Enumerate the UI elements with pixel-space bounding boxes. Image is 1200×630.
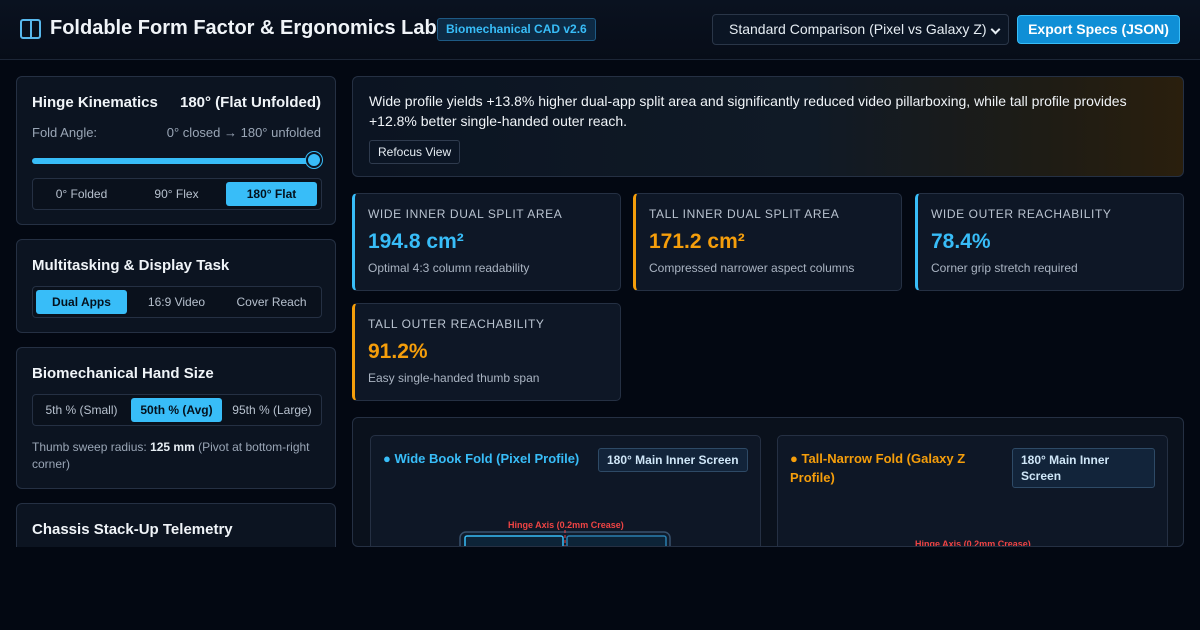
thumb-sweep-info: Thumb sweep radius: 125 mm (Pivot at bot…	[32, 439, 324, 473]
metric-card: WIDE OUTER REACHABILITY 78.4% Corner gri…	[915, 193, 1184, 291]
preview-title: ● Tall-Narrow Fold (Galaxy Z Profile)	[790, 451, 966, 485]
preview-title: ● Wide Book Fold (Pixel Profile)	[383, 451, 580, 466]
hand-option-large[interactable]: 95th % (Large)	[226, 398, 318, 422]
metric-card: TALL INNER DUAL SPLIT AREA 171.2 cm² Com…	[633, 193, 902, 291]
task-option-cover-reach[interactable]: Cover Reach	[226, 290, 317, 314]
export-specs-button[interactable]: Export Specs (JSON)	[1017, 15, 1180, 44]
hinge-axis-label: Hinge Axis (0.2mm Crease)	[508, 520, 624, 530]
tall-profile-preview: ● Tall-Narrow Fold (Galaxy Z Profile) 18…	[777, 435, 1168, 547]
metric-label: WIDE OUTER REACHABILITY	[931, 207, 1112, 221]
metric-subtext: Corner grip stretch required	[931, 261, 1078, 275]
fold-option-folded[interactable]: 0° Folded	[36, 182, 127, 206]
chassis-telemetry-panel: Chassis Stack-Up Telemetry	[16, 503, 336, 547]
chevron-down-icon	[990, 24, 1001, 35]
metric-subtext: Easy single-handed thumb span	[368, 371, 540, 385]
panel-title: Biomechanical Hand Size	[32, 365, 214, 382]
comparison-preset-select[interactable]: Standard Comparison (Pixel vs Galaxy Z)	[712, 14, 1009, 45]
panel-title: Chassis Stack-Up Telemetry	[32, 521, 233, 538]
refocus-view-button[interactable]: Refocus View	[369, 140, 461, 164]
wide-profile-preview: ● Wide Book Fold (Pixel Profile) 180° Ma…	[370, 435, 761, 546]
panel-title: Multitasking & Display Task	[32, 257, 230, 274]
foldable-phone-icon	[20, 19, 41, 39]
hand-size-group: 5th % (Small) 50th % (Avg) 95th % (Large…	[32, 394, 322, 426]
hinge-kinematics-panel: Hinge Kinematics 180° (Flat Unfolded) Fo…	[16, 76, 336, 225]
hand-size-panel: Biomechanical Hand Size 5th % (Small) 50…	[16, 347, 336, 489]
insight-text: Wide profile yields +13.8% higher dual-a…	[369, 93, 1127, 129]
fold-option-flat[interactable]: 180° Flat	[226, 182, 317, 206]
metric-value: 194.8 cm²	[368, 230, 464, 253]
preset-selected-value: Standard Comparison (Pixel vs Galaxy Z)	[729, 21, 987, 37]
metric-value: 78.4%	[931, 230, 991, 253]
fold-angle-slider-handle[interactable]	[306, 152, 322, 168]
thumb-sweep-value: 125 mm	[150, 440, 195, 454]
fold-option-flex[interactable]: 90° Flex	[131, 182, 222, 206]
multitasking-panel: Multitasking & Display Task Dual Apps 16…	[16, 239, 336, 333]
metric-subtext: Compressed narrower aspect columns	[649, 261, 855, 275]
metric-label: WIDE INNER DUAL SPLIT AREA	[368, 207, 563, 221]
task-option-dual-apps[interactable]: Dual Apps	[36, 290, 127, 314]
metric-card: WIDE INNER DUAL SPLIT AREA 194.8 cm² Opt…	[352, 193, 621, 291]
app-title: Foldable Form Factor & Ergonomics Lab	[50, 17, 437, 39]
screen-mode-badge: 180° Main Inner Screen	[1012, 448, 1155, 488]
device-preview-area: ● Wide Book Fold (Pixel Profile) 180° Ma…	[352, 417, 1184, 547]
version-badge: Biomechanical CAD v2.6	[437, 18, 596, 41]
task-mode-group: Dual Apps 16:9 Video Cover Reach	[32, 286, 322, 318]
hand-option-avg[interactable]: 50th % (Avg)	[131, 398, 222, 422]
metric-label: TALL INNER DUAL SPLIT AREA	[649, 207, 840, 221]
metric-label: TALL OUTER REACHABILITY	[368, 317, 545, 331]
top-bar: Foldable Form Factor & Ergonomics Lab Bi…	[0, 0, 1200, 60]
insight-banner: Wide profile yields +13.8% higher dual-a…	[352, 76, 1184, 177]
hinge-axis-label: Hinge Axis (0.2mm Crease)	[915, 539, 1031, 547]
fold-angle-slider-track[interactable]	[32, 158, 310, 164]
metric-card: TALL OUTER REACHABILITY 91.2% Easy singl…	[352, 303, 621, 401]
fold-angle-label: Fold Angle:	[32, 125, 98, 140]
screen-mode-badge: 180° Main Inner Screen	[598, 448, 748, 472]
wide-device-drawing	[459, 530, 671, 546]
panel-title: Hinge Kinematics	[32, 94, 158, 111]
hand-option-small[interactable]: 5th % (Small)	[36, 398, 127, 422]
fold-preset-group: 0° Folded 90° Flex 180° Flat	[32, 178, 322, 210]
metric-value: 171.2 cm²	[649, 230, 745, 253]
metric-subtext: Optimal 4:3 column readability	[368, 261, 530, 275]
metric-value: 91.2%	[368, 340, 428, 363]
task-option-video[interactable]: 16:9 Video	[131, 290, 222, 314]
fold-angle-readout: 180° (Flat Unfolded)	[179, 94, 321, 111]
fold-range-text: 0° closed → 180° unfolded	[166, 125, 321, 140]
thumb-sweep-prefix: Thumb sweep radius:	[32, 440, 147, 454]
